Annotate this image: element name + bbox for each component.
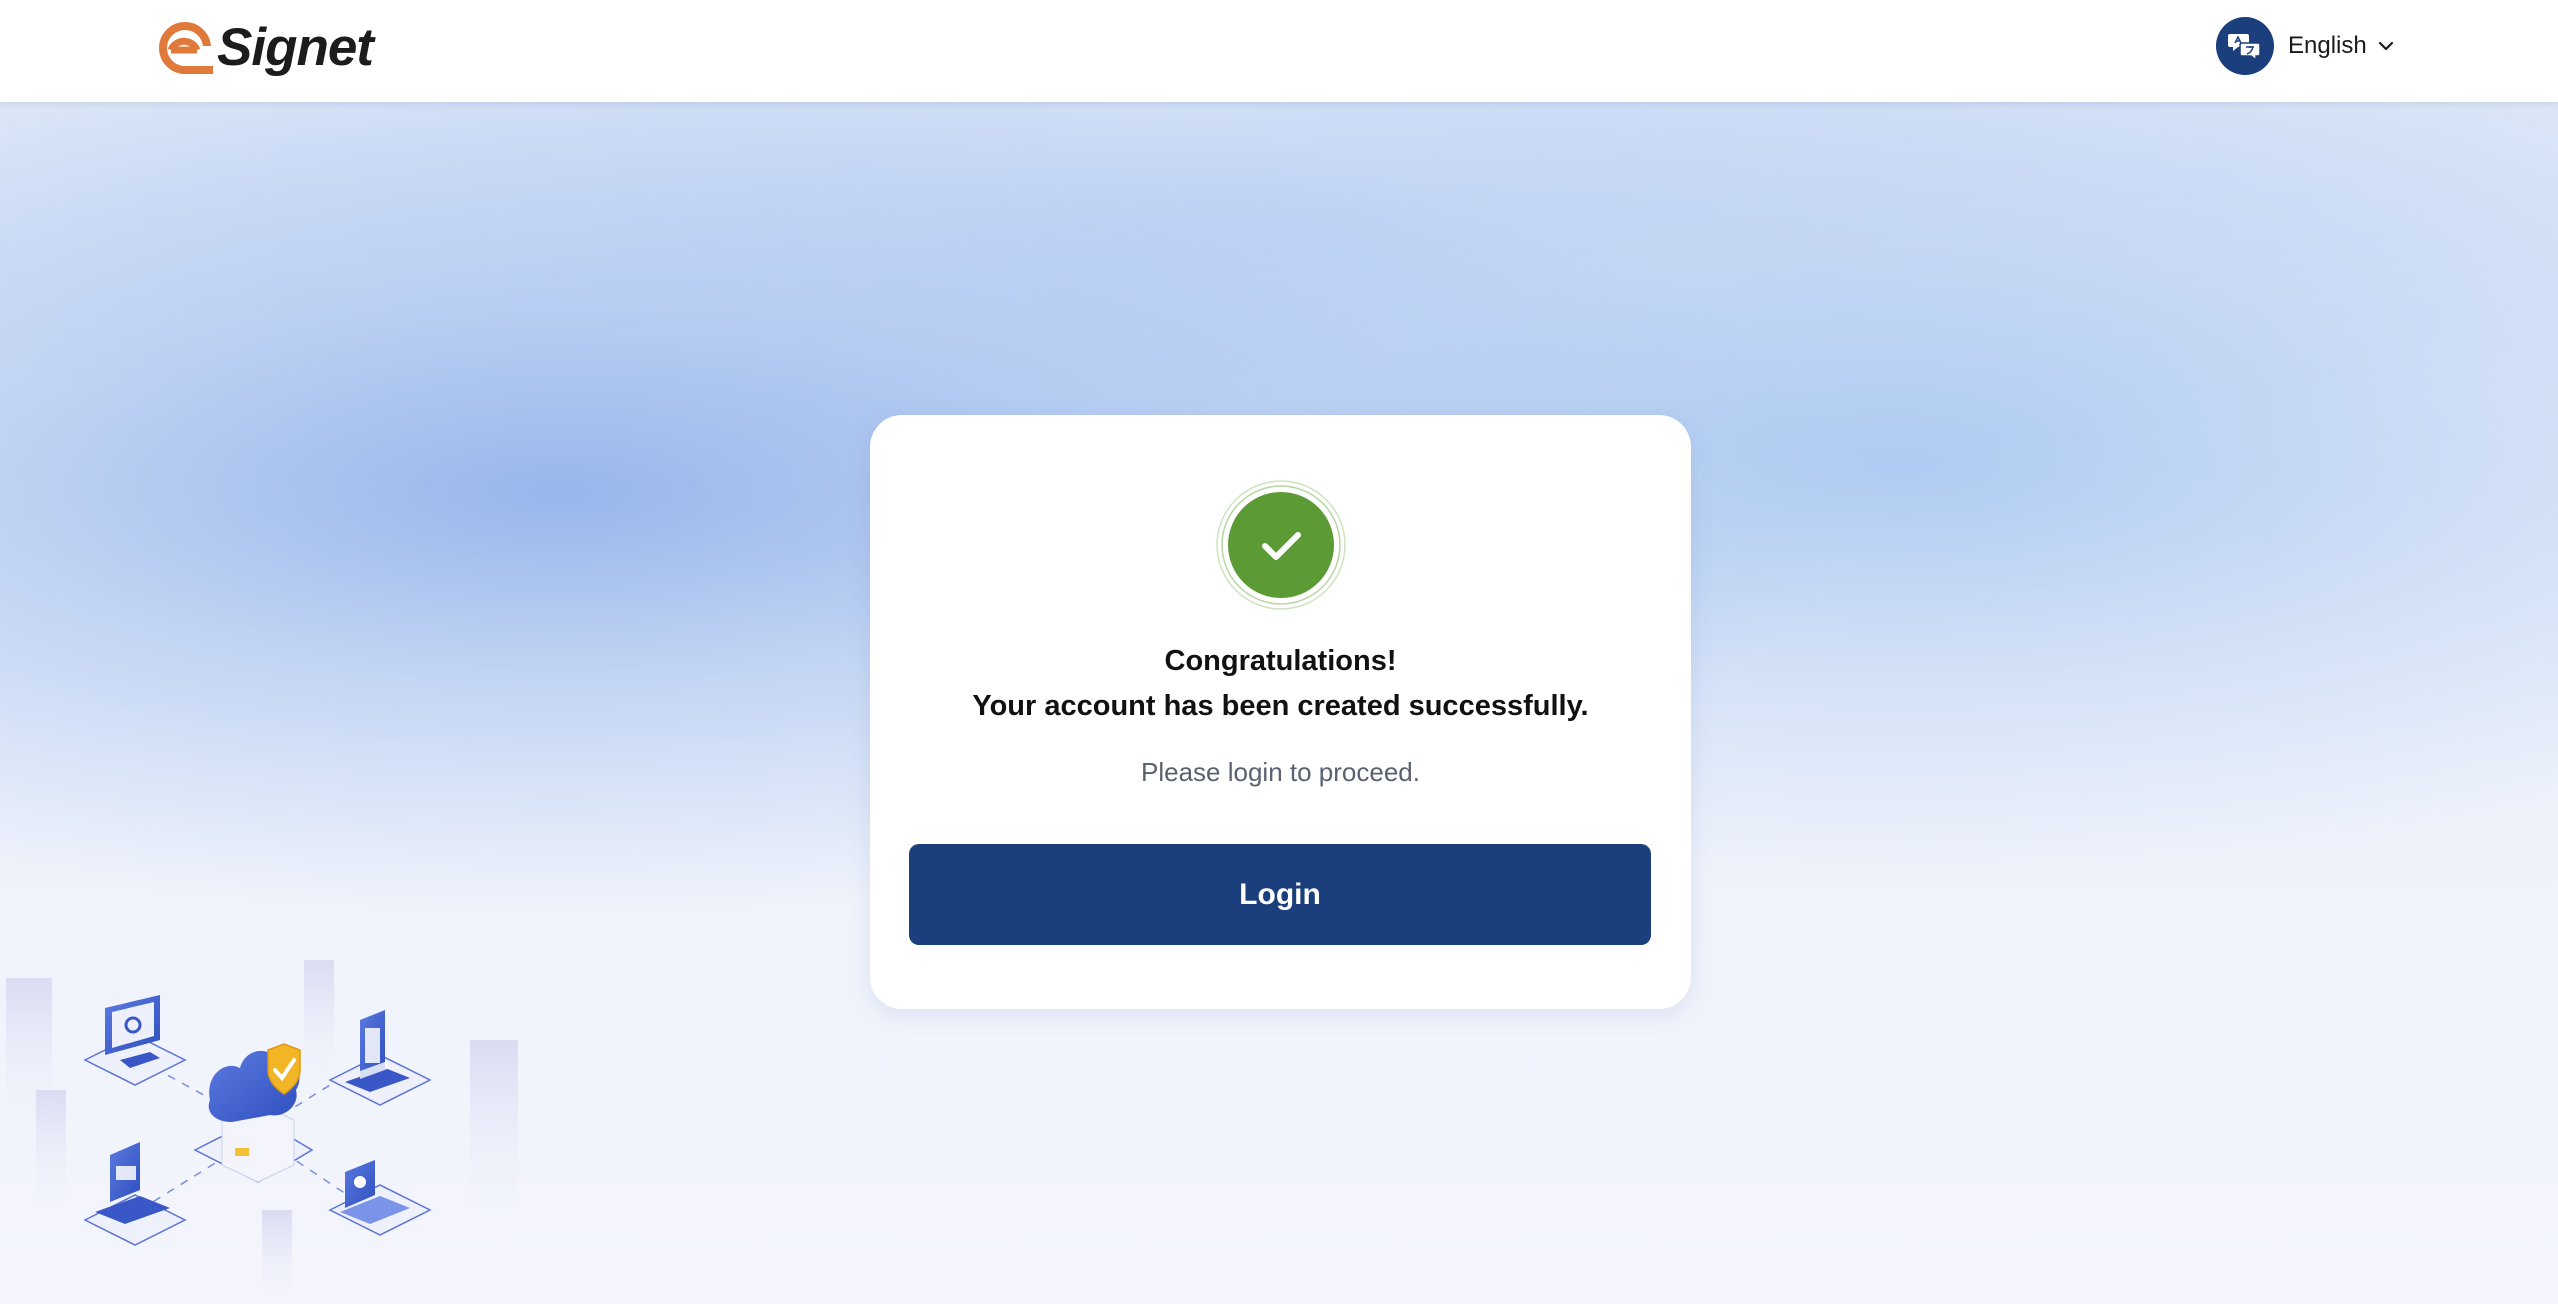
chevron-down-icon — [2378, 41, 2393, 51]
success-card: Congratulations! Your account has been c… — [870, 415, 1691, 1009]
language-selector[interactable]: English — [2216, 17, 2395, 75]
account-created-message: Your account has been created successful… — [972, 690, 1589, 722]
login-button[interactable]: Login — [909, 844, 1651, 945]
translate-icon — [2216, 17, 2274, 75]
page: Signet English Congratulations! Your acc… — [0, 0, 2558, 1304]
network-illustration — [0, 950, 530, 1304]
top-header: Signet English — [0, 0, 2558, 102]
e-logo-icon — [159, 22, 213, 74]
language-label: English — [2288, 32, 2367, 59]
success-check-icon — [1215, 479, 1347, 611]
congratulations-heading: Congratulations! — [1164, 645, 1397, 677]
brand-logo[interactable]: Signet — [157, 18, 374, 77]
login-prompt: Please login to proceed. — [1141, 757, 1420, 787]
brand-name: Signet — [217, 18, 374, 77]
